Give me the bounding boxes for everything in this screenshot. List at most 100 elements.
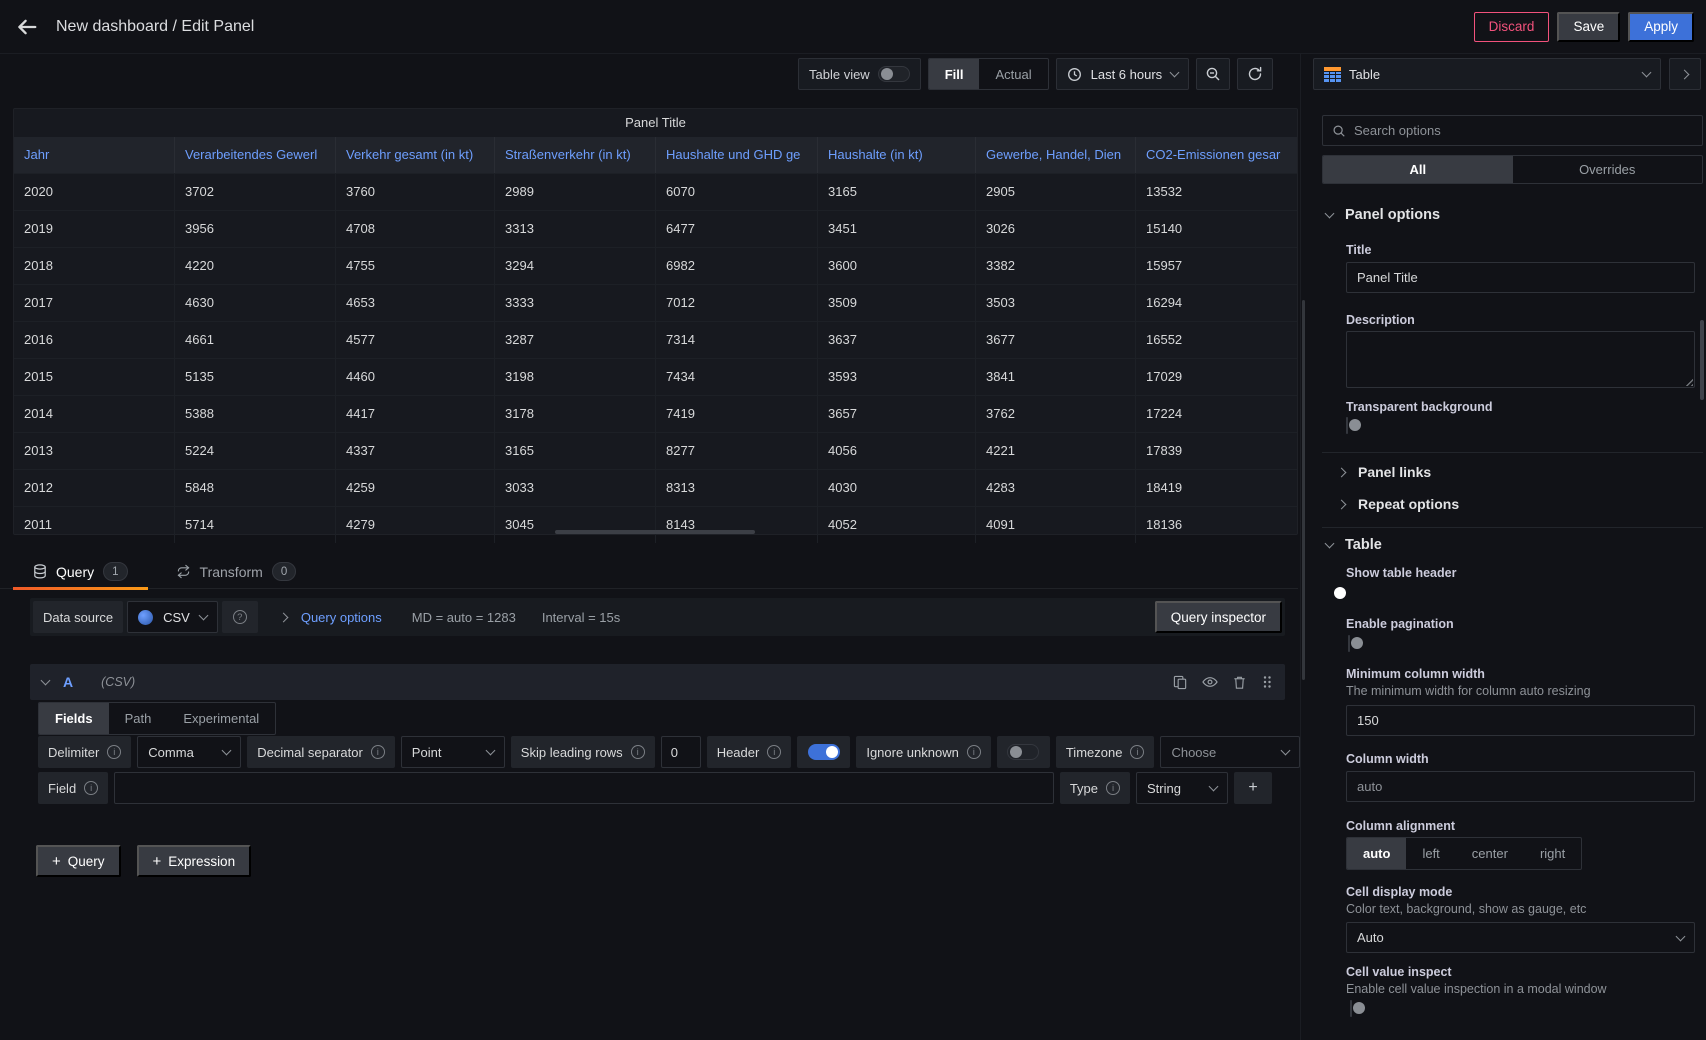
- query-inspector-button[interactable]: Query inspector: [1155, 601, 1282, 633]
- time-range-picker[interactable]: Last 6 hours: [1056, 58, 1190, 90]
- pane-divider: [1300, 54, 1301, 1040]
- table-cell: 4030: [818, 470, 976, 506]
- search-options-box[interactable]: [1322, 115, 1703, 146]
- search-icon: [1332, 124, 1346, 138]
- table-cell: 2013: [14, 433, 175, 469]
- tab-all[interactable]: All: [1323, 156, 1513, 183]
- collapse-options-pane-button[interactable]: [1669, 58, 1701, 90]
- table-cell: 3600: [818, 248, 976, 284]
- chevron-down-icon: [1676, 931, 1686, 941]
- fill-option[interactable]: Fill: [929, 59, 980, 89]
- table-cell: 2020: [14, 174, 175, 210]
- apply-button[interactable]: Apply: [1628, 12, 1694, 42]
- time-range-label: Last 6 hours: [1091, 67, 1163, 82]
- panel-title-input[interactable]: [1346, 262, 1695, 293]
- cell-display-mode-desc: Color text, background, show as gauge, e…: [1346, 902, 1586, 916]
- actual-option[interactable]: Actual: [979, 59, 1047, 89]
- panel-options-section-header[interactable]: Panel options: [1326, 207, 1440, 223]
- table-cell: 6070: [656, 174, 818, 210]
- horizontal-scrollbar-thumb[interactable]: [555, 530, 755, 534]
- table-view-toggle[interactable]: [878, 66, 910, 82]
- csv-field-row: Fieldi Typei String +: [38, 772, 1272, 804]
- alignment-option-center[interactable]: center: [1456, 838, 1524, 869]
- vertical-scrollbar-thumb[interactable]: [1302, 300, 1305, 680]
- max-datapoints-text: MD = auto = 1283: [412, 610, 516, 625]
- column-header[interactable]: CO2-Emissionen gesar: [1136, 137, 1297, 173]
- zoom-out-icon: [1205, 66, 1221, 82]
- cell-value-inspect-toggle[interactable]: [1350, 1000, 1352, 1017]
- min-column-width-input[interactable]: [1346, 705, 1695, 736]
- table-cell: 5388: [175, 396, 336, 432]
- tab-path[interactable]: Path: [109, 703, 168, 734]
- column-width-input[interactable]: [1346, 771, 1695, 802]
- header-toggle[interactable]: [808, 744, 840, 760]
- repeat-options-section[interactable]: Repeat options: [1340, 496, 1459, 512]
- duplicate-query-icon[interactable]: [1173, 675, 1188, 690]
- table-cell: 4653: [336, 285, 495, 321]
- collapse-query-icon[interactable]: [41, 676, 51, 686]
- datasource-select[interactable]: CSV: [127, 601, 218, 633]
- chevron-down-icon: [1209, 782, 1219, 792]
- ignore-unknown-toggle[interactable]: [1007, 744, 1039, 760]
- cell-display-mode-select[interactable]: Auto: [1346, 922, 1695, 953]
- column-header[interactable]: Haushalte (in kt): [818, 137, 976, 173]
- column-header[interactable]: Gewerbe, Handel, Dien: [976, 137, 1136, 173]
- sidebar-scrollbar-thumb[interactable]: [1700, 320, 1704, 400]
- field-input[interactable]: [114, 772, 1054, 804]
- column-header[interactable]: Haushalte und GHD ge: [656, 137, 818, 173]
- table-cell: 2989: [495, 174, 656, 210]
- hide-query-eye-icon[interactable]: [1202, 674, 1218, 690]
- transparent-background-toggle[interactable]: [1346, 417, 1348, 434]
- decimal-separator-select[interactable]: Point: [401, 736, 505, 768]
- zoom-out-button[interactable]: [1196, 58, 1230, 90]
- query-options-link[interactable]: Query options: [301, 610, 382, 625]
- tab-fields[interactable]: Fields: [39, 703, 109, 734]
- resize-handle[interactable]: [1683, 376, 1693, 386]
- add-field-button[interactable]: +: [1234, 772, 1272, 804]
- alignment-option-right[interactable]: right: [1524, 838, 1581, 869]
- table-cell: 18419: [1136, 470, 1297, 506]
- chevron-down-icon: [198, 611, 208, 621]
- save-button[interactable]: Save: [1557, 12, 1620, 42]
- table-cell: 2018: [14, 248, 175, 284]
- column-header[interactable]: Jahr: [14, 137, 175, 173]
- column-header[interactable]: Verarbeitendes Gewerl: [175, 137, 336, 173]
- skip-leading-rows-input[interactable]: [661, 736, 701, 768]
- alignment-option-auto[interactable]: auto: [1347, 838, 1406, 869]
- discard-button[interactable]: Discard: [1474, 12, 1550, 42]
- type-select[interactable]: String: [1136, 772, 1228, 804]
- query-a-header[interactable]: A (CSV): [30, 664, 1285, 700]
- datasource-help-button[interactable]: ?: [222, 601, 258, 633]
- drag-handle-grip-icon[interactable]: [1261, 675, 1273, 689]
- description-textarea[interactable]: [1346, 331, 1695, 388]
- search-options-input[interactable]: [1354, 123, 1693, 138]
- enable-pagination-toggle[interactable]: [1348, 635, 1350, 652]
- alignment-option-left[interactable]: left: [1406, 838, 1455, 869]
- timezone-select[interactable]: Choose: [1160, 736, 1300, 768]
- tab-query-label: Query: [56, 564, 94, 580]
- tab-overrides[interactable]: Overrides: [1513, 156, 1703, 183]
- panel-links-section[interactable]: Panel links: [1340, 464, 1431, 480]
- column-header[interactable]: Straßenverkehr (in kt): [495, 137, 656, 173]
- table-row: 201352244337316582774056422117839: [14, 432, 1297, 469]
- add-expression-button[interactable]: + Expression: [137, 845, 252, 877]
- tab-experimental[interactable]: Experimental: [167, 703, 275, 734]
- table-section-header[interactable]: Table: [1326, 537, 1382, 553]
- table-cell: 3841: [976, 359, 1136, 395]
- delimiter-select[interactable]: Comma: [137, 736, 241, 768]
- refresh-button[interactable]: [1237, 58, 1273, 90]
- breadcrumb[interactable]: New dashboard / Edit Panel: [56, 18, 254, 36]
- back-arrow-icon[interactable]: [16, 16, 38, 38]
- tab-query[interactable]: Query 1: [13, 555, 148, 588]
- table-cell: 5224: [175, 433, 336, 469]
- panel-title[interactable]: Panel Title: [14, 109, 1297, 137]
- tab-transform[interactable]: Transform 0: [156, 555, 317, 588]
- table-cell: 3026: [976, 211, 1136, 247]
- add-query-button[interactable]: + Query: [36, 845, 121, 877]
- column-header[interactable]: Verkehr gesamt (in kt): [336, 137, 495, 173]
- table-row: 201157144279304581434052409118136: [14, 506, 1297, 543]
- table-cell: 3382: [976, 248, 1136, 284]
- tabs-divider: [0, 588, 1298, 589]
- delete-query-trash-icon[interactable]: [1232, 675, 1247, 690]
- visualization-picker[interactable]: Table: [1313, 58, 1661, 90]
